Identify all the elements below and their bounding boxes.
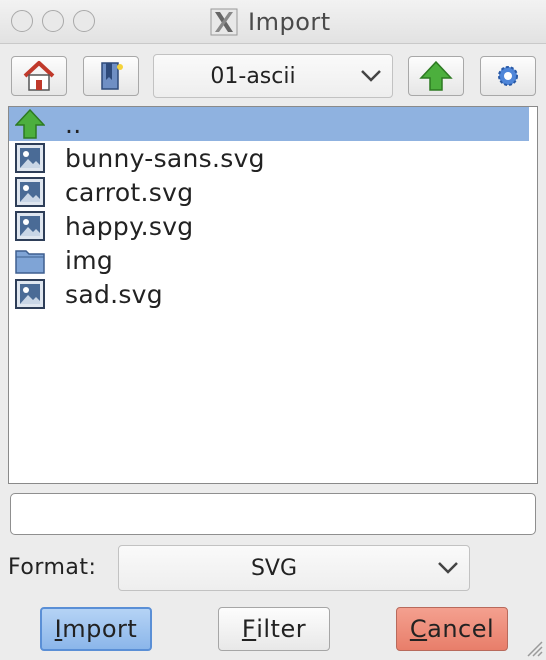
- file-name: bunny-sans.svg: [65, 143, 265, 173]
- close-window-button[interactable]: [11, 10, 33, 32]
- up-arrow-icon: [15, 109, 45, 139]
- import-button[interactable]: Import: [40, 607, 152, 651]
- file-name: happy.svg: [65, 211, 194, 241]
- minimize-window-button[interactable]: [42, 10, 64, 32]
- file-list[interactable]: .. bunny-sans.svg carrot.svg happy.svg i…: [8, 106, 538, 484]
- parent-directory-button[interactable]: [408, 56, 464, 96]
- chevron-down-icon: [438, 562, 458, 574]
- bookmarks-button[interactable]: [83, 56, 139, 96]
- up-arrow-icon: [419, 60, 453, 91]
- settings-button[interactable]: [480, 56, 536, 96]
- image-file-icon: [15, 143, 45, 173]
- file-row-parent[interactable]: ..: [9, 107, 529, 141]
- gear-icon: [498, 66, 518, 86]
- directory-combo[interactable]: 01-ascii: [153, 54, 393, 98]
- cancel-label: ancel: [427, 615, 495, 643]
- import-mnemonic: I: [54, 615, 63, 643]
- filter-mnemonic: F: [241, 615, 257, 643]
- import-label: mport: [62, 615, 138, 643]
- bookmark-icon: [101, 62, 123, 90]
- file-row-bunny-sans[interactable]: bunny-sans.svg: [9, 141, 537, 175]
- chevron-down-icon: [361, 70, 381, 82]
- window-title: Import: [248, 8, 331, 36]
- file-name: img: [65, 245, 114, 275]
- title-bar: Import: [0, 0, 546, 44]
- file-row-happy[interactable]: happy.svg: [9, 209, 537, 243]
- image-file-icon: [15, 279, 45, 309]
- file-row-img[interactable]: img: [9, 243, 537, 277]
- filter-label: ilter: [256, 615, 307, 643]
- resize-grip-icon[interactable]: [522, 636, 544, 658]
- format-label: Format:: [8, 555, 97, 580]
- filename-field[interactable]: [10, 493, 536, 535]
- file-row-sad[interactable]: sad.svg: [9, 277, 537, 311]
- x11-icon: [210, 8, 238, 36]
- file-name: sad.svg: [65, 279, 163, 309]
- image-file-icon: [15, 177, 45, 207]
- zoom-window-button[interactable]: [73, 10, 95, 32]
- format-combo[interactable]: SVG: [118, 545, 470, 591]
- file-row-carrot[interactable]: carrot.svg: [9, 175, 537, 209]
- window-title-group: Import: [210, 6, 331, 38]
- filename-input[interactable]: [11, 494, 535, 534]
- file-name: ..: [65, 109, 82, 139]
- home-button[interactable]: [11, 56, 67, 96]
- filter-button[interactable]: Filter: [218, 607, 330, 651]
- directory-value: 01-ascii: [210, 63, 296, 89]
- home-icon: [23, 61, 55, 91]
- folder-icon: [15, 250, 45, 274]
- image-file-icon: [15, 211, 45, 241]
- file-name: carrot.svg: [65, 177, 194, 207]
- cancel-mnemonic: C: [409, 615, 428, 643]
- format-value: SVG: [250, 555, 298, 581]
- cancel-button[interactable]: Cancel: [396, 607, 508, 651]
